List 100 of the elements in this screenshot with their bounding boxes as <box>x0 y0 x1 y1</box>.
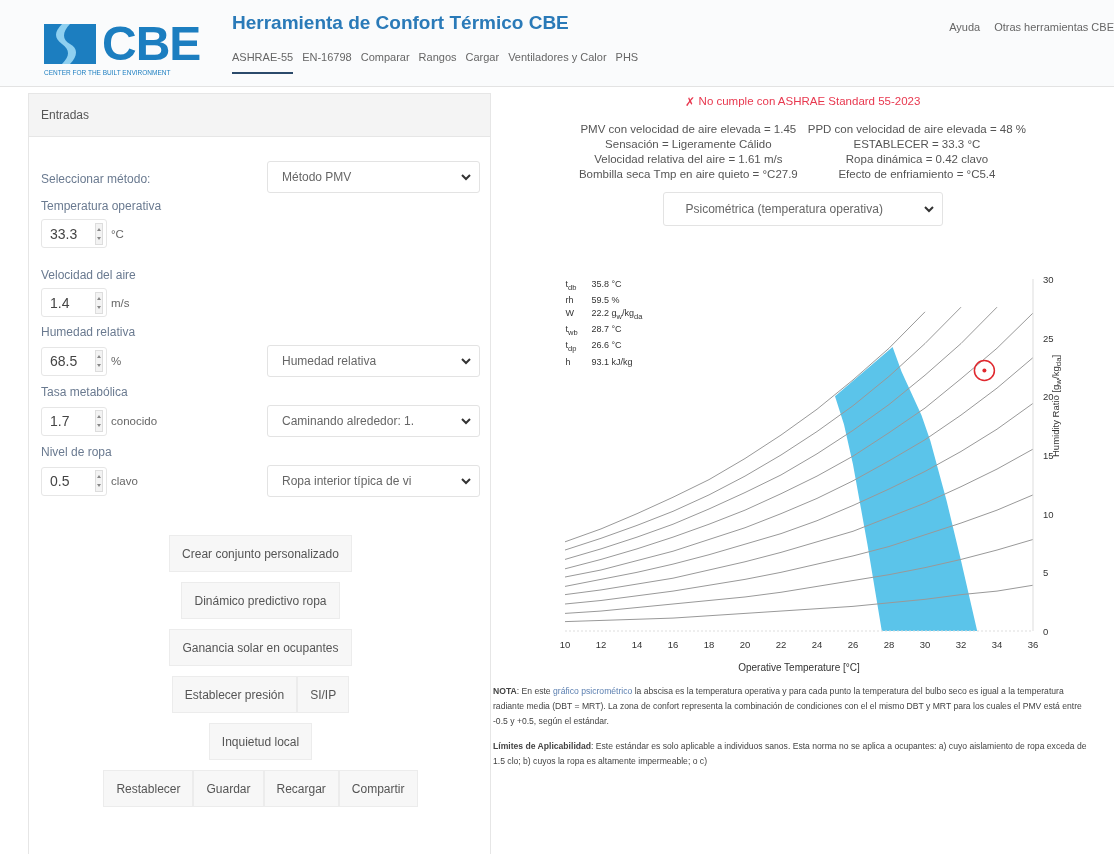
option-select[interactable]: Caminando alrededor: 1. <box>267 405 480 437</box>
result-value: Sensación = Ligeramente Cálido <box>604 138 773 150</box>
spinner-icon[interactable] <box>95 410 103 432</box>
nav-tab[interactable]: PHS <box>615 47 639 74</box>
chevron-down-icon <box>923 205 934 213</box>
nav-tab[interactable]: Ventiladores y Calor <box>508 47 607 74</box>
spinner-icon[interactable] <box>95 291 103 314</box>
note-text: Límites de Aplicabilidad: Este estándar es solo aplicable a individuos sanos. Esta norma no se aplica a ocupantes: a) cuyo aislamiento de ropa exceda de 1.5 clo; b) cuyos la ropa es altamente impermeable; o c) <box>493 740 1088 768</box>
result-value: PMV con velocidad de aire elevada = 1.45 <box>579 123 798 135</box>
x-tick-label: 28 <box>883 639 894 650</box>
result-value: Ropa dinámica = 0.42 clavo <box>844 153 990 165</box>
method-select[interactable]: Método PMV <box>267 161 480 193</box>
legend-value: 93.1 kJ/kg <box>591 355 634 369</box>
chevron-down-icon <box>461 357 471 365</box>
legend-value: 35.8 °C <box>591 278 623 291</box>
legend-value: 22.2 g$_{w}$/kg$_{da}$ <box>591 306 643 323</box>
legend-value: 28.7 °C <box>591 323 623 337</box>
option-select[interactable]: Humedad relativa <box>267 345 480 377</box>
y-tick-label: 25 <box>1042 332 1054 344</box>
header-link[interactable]: Ayuda <box>949 21 981 33</box>
x-tick-label: 26 <box>847 639 858 650</box>
chevron-down-icon <box>461 417 471 425</box>
nav-tab[interactable]: EN-16798 <box>302 47 352 74</box>
action-button[interactable]: Restablecer <box>103 770 194 807</box>
field-label: Nivel de ropa <box>41 445 113 459</box>
x-tick-label: 16 <box>667 639 678 650</box>
current-point-marker <box>973 359 995 382</box>
y-tick-label: 0 <box>1042 626 1048 637</box>
action-button[interactable]: Compartir <box>338 770 418 807</box>
chevron-down-icon <box>461 173 471 181</box>
x-tick-label: 22 <box>775 639 786 650</box>
header-link[interactable]: Otras herramientas CBE <box>994 21 1114 33</box>
number-field[interactable]: 68.5 <box>41 346 107 376</box>
y-tick-label: 20 <box>1042 391 1054 403</box>
action-button[interactable]: Inquietud local <box>208 723 313 760</box>
action-button[interactable]: Crear conjunto personalizado <box>169 535 352 572</box>
action-button[interactable]: SI/IP <box>297 676 350 713</box>
spinner-icon[interactable] <box>95 222 103 245</box>
result-value: PPD con velocidad de aire elevada = 48 % <box>807 123 1027 135</box>
action-button[interactable]: Dinámico predictivo ropa <box>181 582 340 619</box>
y-tick-label: 10 <box>1042 508 1054 520</box>
field-label: Humedad relativa <box>41 325 137 339</box>
action-button[interactable]: Ganancia solar en ocupantes <box>169 629 352 666</box>
x-tick-label: 20 <box>739 639 750 650</box>
y-tick-label: 5 <box>1042 567 1048 579</box>
nav-tab[interactable]: ASHRAE-55 <box>232 47 294 74</box>
x-axis-title: Operative Temperature [°C] <box>737 662 860 673</box>
unit-label: conocido <box>111 415 158 427</box>
result-value: Velocidad relativa del aire = 1.61 m/s <box>593 153 784 165</box>
x-tick-label: 10 <box>559 639 570 650</box>
chart-select[interactable]: Psicométrica (temperatura operativa) <box>662 192 943 226</box>
logo-text: CBE <box>102 22 201 66</box>
note-text: NOTA: En este gráfico psicrométrico la abscisa es la temperatura operativa y para cada punto la temperatura del bulbo seco es igual a la temperatura radiante media (DBT = MRT). La zona de confort representa la combinación de condiciones con el el mismo DBT y MRT para los cuales el PMV está entre -0.5 y +0.5, según el estándar. <box>493 685 1083 728</box>
result-value: Bombilla seca Tmp en aire quieto = °C27.9 <box>578 168 798 180</box>
nav-tab[interactable]: Rangos <box>418 47 457 74</box>
chevron-down-icon <box>461 477 471 485</box>
x-tick-label: 34 <box>991 639 1002 650</box>
legend-label: rh <box>565 294 575 307</box>
field-label: Tasa metabólica <box>41 385 129 399</box>
spinner-icon[interactable] <box>95 470 103 492</box>
legend-label: W <box>565 306 575 320</box>
field-label: Seleccionar método: <box>41 172 151 186</box>
number-field[interactable]: 1.4 <box>41 288 107 317</box>
nav-tab[interactable]: Comparar <box>360 47 410 74</box>
x-tick-label: 30 <box>919 639 930 650</box>
legend-label: h <box>565 355 572 369</box>
x-tick-label: 32 <box>955 639 966 650</box>
result-value: ESTABLECER = 33.3 °C <box>852 138 982 150</box>
action-button[interactable]: Guardar <box>193 770 264 807</box>
field-label: Velocidad del aire <box>41 268 137 282</box>
x-tick-label: 12 <box>595 639 606 650</box>
unit-label: °C <box>111 227 124 240</box>
unit-label: m/s <box>111 296 130 309</box>
psychrometric-link[interactable]: gráfico psicrométrico <box>553 686 633 696</box>
unit-label: clavo <box>111 475 138 487</box>
logo-icon <box>44 24 96 64</box>
option-select[interactable]: Ropa interior típica de vi <box>267 465 480 497</box>
nav-tab[interactable]: Cargar <box>465 47 500 74</box>
x-tick-label: 36 <box>1027 639 1038 650</box>
x-tick-label: 24 <box>811 639 822 650</box>
number-field[interactable]: 33.3 <box>41 219 107 248</box>
legend-label: t$_{wb}$ <box>565 323 579 339</box>
number-field[interactable]: 0.5 <box>41 466 107 496</box>
x-tick-label: 14 <box>631 639 642 650</box>
legend-label: t$_{dp}$ <box>565 339 578 356</box>
compliance-status: ✗ No cumple con ASHRAE Standard 55-2023 <box>684 95 921 109</box>
legend-value: 26.6 °C <box>591 339 623 353</box>
legend-label: t$_{db}$ <box>565 278 578 294</box>
action-button[interactable]: Recargar <box>263 770 339 807</box>
action-button[interactable]: Establecer presión <box>171 676 298 713</box>
card-title: Entradas <box>29 94 490 137</box>
y-tick-label: 30 <box>1042 274 1054 285</box>
result-value: Efecto de enfriamiento = °C5.4 <box>837 168 997 180</box>
legend-value: 59.5 % <box>591 294 621 307</box>
field-label: Temperatura operativa <box>41 199 163 213</box>
x-tick-label: 18 <box>703 639 714 650</box>
app-title: Herramienta de Confort Térmico CBE <box>232 12 570 34</box>
number-field[interactable]: 1.7 <box>41 406 107 436</box>
y-tick-label: 15 <box>1042 450 1054 461</box>
spinner-icon[interactable] <box>95 350 103 372</box>
